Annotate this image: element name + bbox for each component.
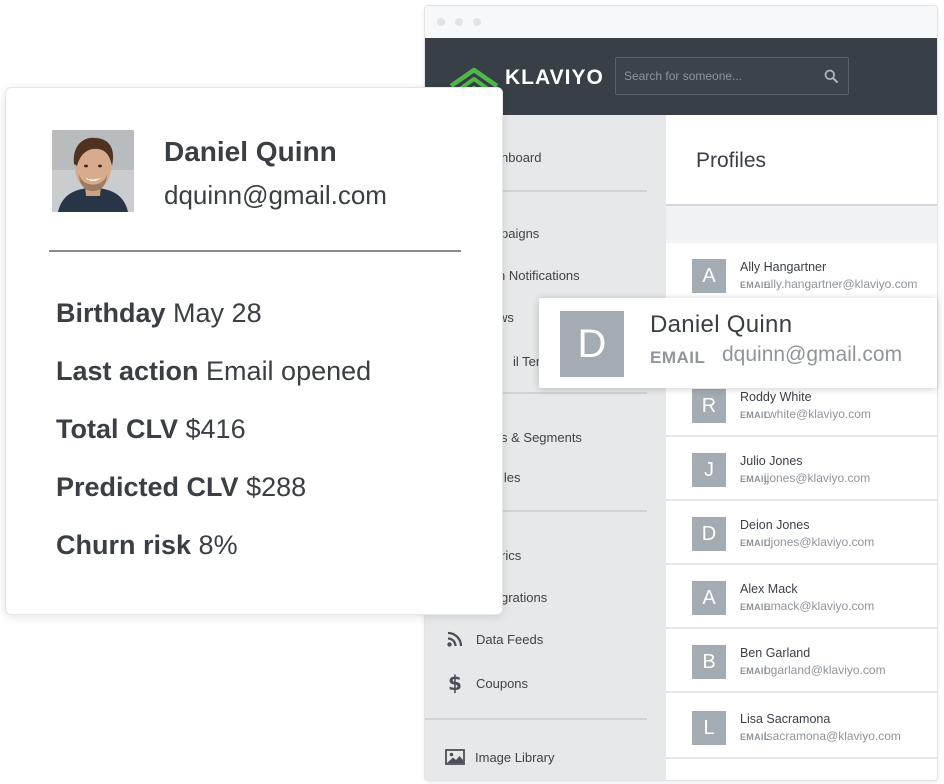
customer-detail-card: Daniel Quinn dquinn@gmail.com Birthday M… xyxy=(6,88,502,614)
page-title: Profiles xyxy=(696,149,767,172)
profile-name: Deion Jones xyxy=(740,518,810,532)
search-box[interactable] xyxy=(615,57,849,95)
stat-last-action: Last action Email opened xyxy=(56,356,371,387)
dollar-icon: $ xyxy=(448,671,462,695)
rss-icon xyxy=(445,630,465,648)
profile-row[interactable]: J Julio Jones EMAIL jjones@klaviyo.com xyxy=(666,437,937,501)
stat-value: $288 xyxy=(246,472,307,502)
window-dot-close[interactable] xyxy=(437,18,445,26)
sidebar-item-coupons[interactable]: $ Coupons xyxy=(425,666,666,700)
sidebar-item-data-feeds[interactable]: Data Feeds xyxy=(425,622,666,656)
list-header-bar xyxy=(666,206,937,243)
stat-label: Birthday xyxy=(56,298,166,328)
profile-email: lsacramona@klaviyo.com xyxy=(764,729,901,743)
stat-label: Last action xyxy=(56,356,199,386)
email-tag: EMAIL xyxy=(650,348,706,367)
profile-row[interactable]: A Alex Mack EMAIL amack@klaviyo.com xyxy=(666,565,937,629)
stat-birthday: Birthday May 28 xyxy=(56,298,262,329)
stat-total-clv: Total CLV $416 xyxy=(56,414,246,445)
customer-name: Daniel Quinn xyxy=(164,136,337,167)
stat-churn-risk: Churn risk 8% xyxy=(56,530,238,561)
sidebar-item-label: rics xyxy=(501,547,522,563)
sidebar-item-label: Coupons xyxy=(476,675,529,691)
stat-value: $416 xyxy=(185,414,246,444)
profile-name: Alex Mack xyxy=(740,582,798,596)
avatar: A xyxy=(692,259,726,293)
avatar: B xyxy=(692,645,726,679)
sidebar-item-label: grations xyxy=(501,589,548,605)
profile-row[interactable]: D Deion Jones EMAIL djones@klaviyo.com xyxy=(666,501,937,565)
profile-name: Lisa Sacramona xyxy=(740,712,831,726)
sidebar-item-label: Image Library xyxy=(475,749,555,765)
profile-email: bgarland@klaviyo.com xyxy=(764,663,886,677)
profile-name: Daniel Quinn xyxy=(650,311,793,338)
avatar: R xyxy=(692,389,726,423)
avatar: A xyxy=(692,581,726,615)
search-input[interactable] xyxy=(616,58,816,94)
sidebar-divider xyxy=(425,718,647,720)
stat-label: Predicted CLV xyxy=(56,472,239,502)
profile-name: Ben Garland xyxy=(740,646,811,660)
profile-name: Roddy White xyxy=(740,390,812,404)
profile-email: amack@klaviyo.com xyxy=(764,599,875,613)
stat-predicted-clv: Predicted CLV $288 xyxy=(56,472,306,503)
profile-email: jjones@klaviyo.com xyxy=(764,471,871,485)
sidebar-item-label: paigns xyxy=(501,225,540,241)
avatar: D xyxy=(692,517,726,551)
stat-label: Total CLV xyxy=(56,414,178,444)
profile-email: dquinn@gmail.com xyxy=(722,343,903,366)
sidebar-item-label: iles xyxy=(501,469,521,485)
stat-label: Churn risk xyxy=(56,530,192,560)
sidebar-item-label: n Notifications xyxy=(498,267,580,283)
sidebar-item-image-library[interactable]: Image Library xyxy=(425,740,666,774)
sidebar-item-label: s & Segments xyxy=(501,429,582,445)
profile-photo xyxy=(52,130,134,212)
search-icon[interactable] xyxy=(824,69,838,83)
profile-row[interactable]: L Lisa Sacramona EMAIL lsacramona@klaviy… xyxy=(666,695,937,759)
brand-name: KLAVIYO xyxy=(505,66,604,89)
profile-email: djones@klaviyo.com xyxy=(764,535,875,549)
window-dot-maximize[interactable] xyxy=(473,18,481,26)
image-icon xyxy=(445,748,465,766)
customer-email: dquinn@gmail.com xyxy=(164,180,387,210)
stat-value: 8% xyxy=(198,530,238,560)
profile-name: Ally Hangartner xyxy=(740,260,827,274)
profile-email: rwhite@klaviyo.com xyxy=(764,407,871,421)
sidebar-item-label: hboard xyxy=(501,149,542,165)
highlighted-profile-row[interactable]: D Daniel Quinn EMAIL dquinn@gmail.com xyxy=(539,298,937,388)
stat-value: May 28 xyxy=(173,298,262,328)
avatar: D xyxy=(560,311,624,377)
profile-email: ally.hangartner@klaviyo.com xyxy=(764,277,918,291)
window-titlebar xyxy=(425,6,937,38)
profile-name: Julio Jones xyxy=(740,454,803,468)
avatar: L xyxy=(692,711,726,745)
detail-divider xyxy=(49,250,461,252)
sidebar-item-label: Data Feeds xyxy=(476,631,544,647)
profiles-panel: Profiles A Ally Hangartner EMAIL ally.ha… xyxy=(666,115,937,780)
stat-value: Email opened xyxy=(206,356,372,386)
avatar: J xyxy=(692,453,726,487)
window-dot-minimize[interactable] xyxy=(455,18,463,26)
profile-row[interactable]: B Ben Garland EMAIL bgarland@klaviyo.com xyxy=(666,629,937,693)
